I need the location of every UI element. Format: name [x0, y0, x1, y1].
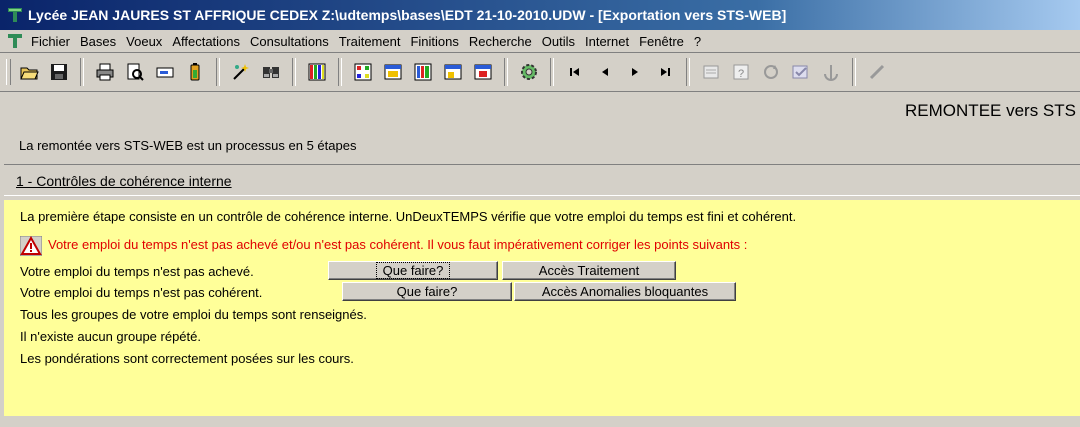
help-icon[interactable]: ?: [728, 59, 754, 85]
print-icon[interactable]: [92, 59, 118, 85]
toolbar-grip[interactable]: [6, 59, 11, 85]
toolbar-separator: [550, 58, 554, 86]
page-title: REMONTEE vers STS: [905, 101, 1076, 120]
last-record-icon[interactable]: [652, 59, 678, 85]
menu-outils[interactable]: Outils: [537, 34, 580, 49]
gear-icon[interactable]: [516, 59, 542, 85]
toolbar-separator: [216, 58, 220, 86]
print-preview-icon[interactable]: [122, 59, 148, 85]
menu-voeux[interactable]: Voeux: [121, 34, 167, 49]
refresh-icon[interactable]: [758, 59, 784, 85]
check-icon[interactable]: [788, 59, 814, 85]
menu-recherche[interactable]: Recherche: [464, 34, 537, 49]
step-header: 1 - Contrôles de cohérence interne: [4, 164, 1080, 196]
svg-text:?: ?: [738, 68, 744, 80]
menu-affectations[interactable]: Affectations: [167, 34, 245, 49]
binoculars-icon[interactable]: [258, 59, 284, 85]
save-icon[interactable]: [46, 59, 72, 85]
toolbar-separator: [338, 58, 342, 86]
checks-panel: La première étape consiste en un contrôl…: [4, 200, 1080, 416]
step-title: 1 - Contrôles de cohérence interne: [16, 173, 232, 189]
document-icon[interactable]: [698, 59, 724, 85]
toolbar-separator: [852, 58, 856, 86]
menu-help[interactable]: ?: [689, 34, 706, 49]
status-not-coherent: Votre emploi du temps n'est pas cohérent…: [20, 285, 263, 300]
toolbar-separator: [686, 58, 690, 86]
what-to-do-label-2: Que faire?: [396, 284, 458, 299]
menu-bar: Fichier Bases Voeux Affectations Consult…: [0, 30, 1080, 53]
grid-colors-icon[interactable]: [304, 59, 330, 85]
access-traitement-button[interactable]: Accès Traitement: [502, 261, 676, 280]
what-to-do-label-1: Que faire?: [375, 262, 451, 279]
status-no-repeated-group: Il n'existe aucun groupe répété.: [20, 329, 201, 344]
intro-text: La remontée vers STS-WEB est un processu…: [19, 138, 357, 153]
export-icon[interactable]: [152, 59, 178, 85]
pen-icon[interactable]: [864, 59, 890, 85]
next-record-icon[interactable]: [622, 59, 648, 85]
status-not-finished: Votre emploi du temps n'est pas achevé.: [20, 264, 254, 279]
what-to-do-button-1[interactable]: Que faire?: [328, 261, 498, 280]
first-record-icon[interactable]: [562, 59, 588, 85]
page-header: REMONTEE vers STS: [0, 91, 1080, 133]
app-icon[interactable]: [6, 6, 24, 24]
grid-icon[interactable]: [350, 59, 376, 85]
window-title: Lycée JEAN JAURES ST AFFRIQUE CEDEX Z:\u…: [28, 7, 787, 23]
prev-record-icon[interactable]: [592, 59, 618, 85]
menu-bases[interactable]: Bases: [75, 34, 121, 49]
access-anomalies-button[interactable]: Accès Anomalies bloquantes: [514, 282, 736, 301]
grid-red-icon[interactable]: [410, 59, 436, 85]
menu-app-icon[interactable]: [6, 32, 24, 50]
anchor-icon[interactable]: [818, 59, 844, 85]
menu-internet[interactable]: Internet: [580, 34, 634, 49]
grid-select-icon[interactable]: [440, 59, 466, 85]
open-folder-icon[interactable]: [16, 59, 42, 85]
grid-yellow-icon[interactable]: [380, 59, 406, 85]
menu-fenetre[interactable]: Fenêtre: [634, 34, 689, 49]
toolbar-separator: [504, 58, 508, 86]
access-anomalies-label: Accès Anomalies bloquantes: [541, 284, 709, 299]
warning-text: Votre emploi du temps n'est pas achevé e…: [48, 237, 748, 252]
status-weights-ok: Les pondérations sont correctement posée…: [20, 351, 354, 366]
menu-consultations[interactable]: Consultations: [245, 34, 334, 49]
grid-alt-icon[interactable]: [470, 59, 496, 85]
access-traitement-label: Accès Traitement: [538, 263, 640, 278]
wand-icon[interactable]: [228, 59, 254, 85]
toolbar: ?: [0, 52, 1080, 92]
warning-icon: [19, 235, 43, 257]
status-groups-filled: Tous les groupes de votre emploi du temp…: [20, 307, 367, 322]
step-description: La première étape consiste en un contrôl…: [20, 209, 797, 224]
title-bar: Lycée JEAN JAURES ST AFFRIQUE CEDEX Z:\u…: [0, 0, 1080, 30]
menu-fichier[interactable]: Fichier: [26, 34, 75, 49]
menu-finitions[interactable]: Finitions: [405, 34, 463, 49]
menu-traitement[interactable]: Traitement: [334, 34, 406, 49]
toolbar-separator: [80, 58, 84, 86]
bottom-strip: [0, 416, 1080, 427]
toolbar-separator: [292, 58, 296, 86]
what-to-do-button-2[interactable]: Que faire?: [342, 282, 512, 301]
battery-icon[interactable]: [182, 59, 208, 85]
